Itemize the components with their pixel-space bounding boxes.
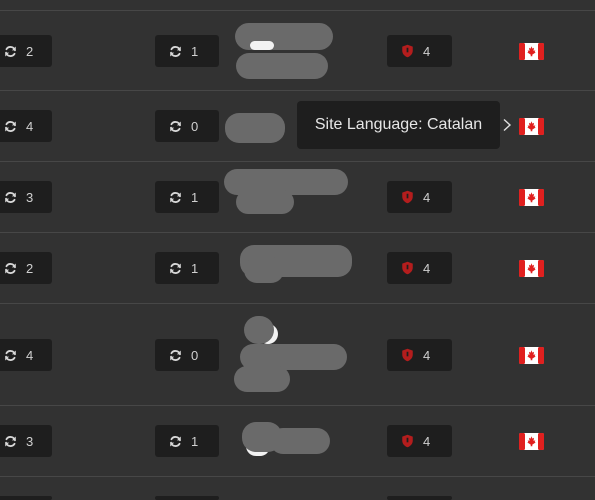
- sync-icon: [167, 260, 183, 276]
- sync-count: 2: [26, 260, 34, 276]
- sync-count-badge: [155, 496, 219, 500]
- sync-count: 0: [191, 118, 199, 134]
- canada-flag-icon[interactable]: [519, 433, 544, 450]
- redacted-text: [236, 53, 328, 79]
- sync-count: 4: [26, 347, 34, 363]
- sync-count-badge[interactable]: 4: [0, 110, 52, 142]
- sync-icon: [167, 118, 183, 134]
- sync-count: 1: [191, 43, 199, 59]
- sync-count-badge[interactable]: 1: [155, 252, 219, 284]
- sync-count-badge[interactable]: 0: [155, 110, 219, 142]
- canada-flag-icon[interactable]: [519, 43, 544, 60]
- redacted-text: [244, 257, 284, 283]
- sync-count-badge[interactable]: 2: [0, 35, 52, 67]
- language-tooltip: Site Language: Catalan: [297, 101, 500, 149]
- security-count: 4: [423, 189, 431, 205]
- sync-count-badge[interactable]: 1: [155, 35, 219, 67]
- sync-count: 3: [26, 189, 34, 205]
- table-row: 3 1 4: [0, 406, 595, 477]
- redacted-text: [236, 190, 294, 214]
- shield-icon: [399, 433, 415, 449]
- sync-icon: [2, 433, 18, 449]
- sync-count: 1: [191, 260, 199, 276]
- table-row: 2 1 4: [0, 233, 595, 304]
- sync-icon: [2, 43, 18, 59]
- table-row: [0, 477, 595, 500]
- security-badge[interactable]: 4: [387, 252, 452, 284]
- security-badge[interactable]: 4: [387, 181, 452, 213]
- shield-icon: [399, 189, 415, 205]
- sync-count: 0: [191, 347, 199, 363]
- chevron-right-icon: [503, 118, 512, 132]
- table-row: 2 1 4: [0, 10, 595, 91]
- sync-count: 1: [191, 189, 199, 205]
- canada-flag-icon[interactable]: [519, 118, 544, 135]
- redacted-text: [270, 428, 330, 454]
- tooltip-text: Site Language: Catalan: [314, 116, 483, 133]
- sync-count-badge[interactable]: 1: [155, 425, 219, 457]
- sync-icon: [167, 43, 183, 59]
- table-row: 4 0 4: [0, 304, 595, 406]
- security-count: 4: [423, 347, 431, 363]
- canada-flag-icon[interactable]: [519, 260, 544, 277]
- sync-icon: [167, 189, 183, 205]
- sync-count-badge[interactable]: 3: [0, 425, 52, 457]
- security-count: 4: [423, 260, 431, 276]
- security-badge[interactable]: 4: [387, 339, 452, 371]
- security-count: 4: [423, 433, 431, 449]
- sites-table: 2 1 4 4 0 3 1 4 2 1 4 4 0 4 3 1 4: [0, 0, 595, 500]
- security-badge[interactable]: 4: [387, 425, 452, 457]
- sync-icon: [2, 189, 18, 205]
- canada-flag-icon[interactable]: [519, 347, 544, 364]
- sync-count: 3: [26, 433, 34, 449]
- security-count: 4: [423, 43, 431, 59]
- sync-count: 4: [26, 118, 34, 134]
- sync-icon: [2, 118, 18, 134]
- sync-count-badge[interactable]: 1: [155, 181, 219, 213]
- shield-icon: [399, 347, 415, 363]
- sync-count: 2: [26, 43, 34, 59]
- sync-count: 1: [191, 433, 199, 449]
- sync-count-badge: [0, 496, 52, 500]
- security-badge[interactable]: 4: [387, 35, 452, 67]
- canada-flag-icon[interactable]: [519, 189, 544, 206]
- redacted-text: [225, 113, 285, 143]
- sync-icon: [2, 260, 18, 276]
- sync-count-badge[interactable]: 2: [0, 252, 52, 284]
- sync-count-badge[interactable]: 0: [155, 339, 219, 371]
- shield-icon: [399, 43, 415, 59]
- redacted-text: [234, 366, 290, 392]
- security-badge: [387, 496, 452, 500]
- table-row: 3 1 4: [0, 162, 595, 233]
- sync-icon: [167, 347, 183, 363]
- sync-icon: [167, 433, 183, 449]
- redacted-text: [244, 316, 274, 344]
- sync-count-badge[interactable]: 3: [0, 181, 52, 213]
- sync-count-badge[interactable]: 4: [0, 339, 52, 371]
- shield-icon: [399, 260, 415, 276]
- sync-icon: [2, 347, 18, 363]
- redacted-text: [250, 41, 274, 50]
